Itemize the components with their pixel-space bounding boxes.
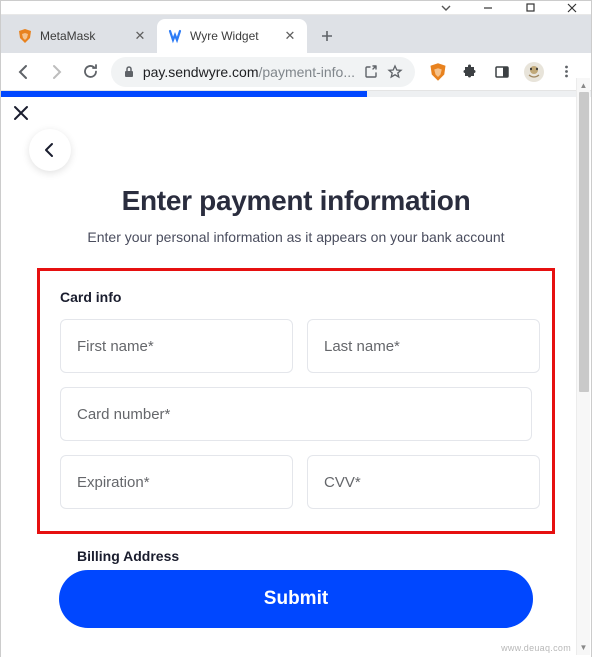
extensions-icon[interactable] bbox=[459, 61, 481, 83]
metamask-extension-icon[interactable] bbox=[427, 61, 449, 83]
close-widget-button[interactable] bbox=[13, 105, 29, 121]
tab-metamask[interactable]: MetaMask ✕ bbox=[7, 19, 157, 53]
expiration-field[interactable] bbox=[60, 455, 293, 509]
forward-button[interactable] bbox=[43, 58, 71, 86]
page-subtitle: Enter your personal information as it ap… bbox=[86, 227, 506, 248]
close-window-button[interactable] bbox=[565, 1, 579, 15]
star-icon[interactable] bbox=[387, 64, 403, 80]
scrollbar-up-button[interactable]: ▲ bbox=[576, 78, 590, 92]
new-tab-button[interactable] bbox=[313, 22, 341, 50]
maximize-button[interactable] bbox=[523, 1, 537, 15]
lock-icon bbox=[123, 65, 135, 78]
page-content: Enter payment information Enter your per… bbox=[1, 91, 591, 658]
back-button[interactable] bbox=[9, 58, 37, 86]
reload-button[interactable] bbox=[77, 58, 105, 86]
menu-icon[interactable] bbox=[555, 61, 577, 83]
window-titlebar bbox=[1, 1, 591, 15]
share-icon[interactable] bbox=[363, 64, 379, 80]
metamask-icon bbox=[17, 28, 33, 44]
first-name-field[interactable] bbox=[60, 319, 293, 373]
back-step-button[interactable] bbox=[29, 129, 71, 171]
close-icon[interactable]: ✕ bbox=[133, 29, 147, 43]
url-text: pay.sendwyre.com/payment-info... bbox=[143, 64, 355, 80]
wyre-icon bbox=[167, 28, 183, 44]
extension-icons bbox=[421, 61, 583, 83]
page-title: Enter payment information bbox=[27, 185, 565, 217]
submit-button[interactable]: Submit bbox=[59, 570, 533, 628]
minimize-button[interactable] bbox=[481, 1, 495, 15]
tab-title: MetaMask bbox=[40, 29, 126, 43]
chevron-down-icon[interactable] bbox=[439, 1, 453, 15]
card-info-highlight: Card info bbox=[37, 268, 555, 534]
close-icon[interactable]: ✕ bbox=[283, 29, 297, 43]
browser-toolbar: pay.sendwyre.com/payment-info... bbox=[1, 53, 591, 91]
tab-strip: MetaMask ✕ Wyre Widget ✕ bbox=[1, 15, 591, 53]
cvv-field[interactable] bbox=[307, 455, 540, 509]
window-controls bbox=[439, 1, 587, 15]
scrollbar-track[interactable] bbox=[576, 92, 590, 641]
card-info-label: Card info bbox=[60, 289, 532, 305]
card-number-field[interactable] bbox=[60, 387, 532, 441]
sidepanel-icon[interactable] bbox=[491, 61, 513, 83]
watermark: www.deuaq.com bbox=[501, 643, 571, 653]
last-name-field[interactable] bbox=[307, 319, 540, 373]
scrollbar-down-button[interactable]: ▼ bbox=[576, 639, 590, 655]
profile-avatar[interactable] bbox=[523, 61, 545, 83]
form-container: Enter payment information Enter your per… bbox=[1, 97, 591, 248]
billing-address-label: Billing Address bbox=[77, 548, 591, 564]
address-bar[interactable]: pay.sendwyre.com/payment-info... bbox=[111, 57, 415, 87]
tab-wyre-widget[interactable]: Wyre Widget ✕ bbox=[157, 19, 307, 53]
scrollbar-thumb[interactable] bbox=[579, 92, 589, 392]
tab-title: Wyre Widget bbox=[190, 29, 276, 43]
